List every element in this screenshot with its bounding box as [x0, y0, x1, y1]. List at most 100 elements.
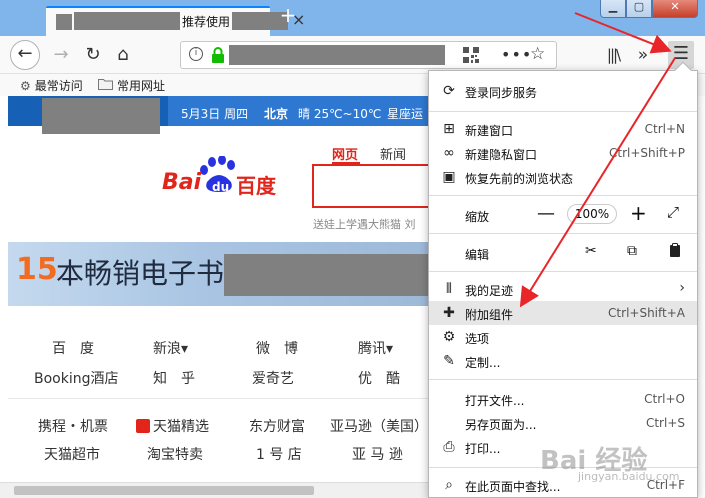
menu-item-label: 另存页面为... [465, 418, 537, 432]
site-link[interactable]: 亚马逊（美国） [330, 416, 428, 436]
redacted-block [42, 98, 160, 134]
new-tab-button[interactable]: + [277, 4, 299, 26]
menu-item-label: 打开文件... [465, 394, 525, 408]
search-input[interactable] [312, 164, 432, 208]
library-button[interactable]: |||\ [598, 40, 628, 70]
site-link[interactable]: 知 乎 [153, 368, 195, 388]
menu-item-save-page[interactable]: 另存页面为... Ctrl+S [429, 411, 697, 435]
menu-item-restore-session[interactable]: ▣ 恢复先前的浏览状态 [429, 165, 697, 189]
menu-separator [429, 271, 697, 272]
home-button[interactable]: ⌂ [108, 40, 138, 70]
library-icon: ⫴ [446, 281, 452, 297]
site-link[interactable]: 1 号 店 [256, 444, 302, 464]
page-actions-icon[interactable]: ••• [501, 45, 532, 64]
redacted-block [74, 12, 180, 30]
printer-icon: ⎙ [443, 439, 455, 455]
tab-news[interactable]: 新闻 [380, 144, 406, 163]
search-hint[interactable]: 送娃上学遇大熊猫 刘 [313, 216, 416, 232]
logo-brand: 百度 [236, 174, 276, 198]
horizontal-scrollbar[interactable] [0, 482, 428, 498]
zoom-reset-button[interactable]: 100% [567, 204, 617, 224]
menu-item-addons[interactable]: ✚ 附加组件 Ctrl+Shift+A [429, 301, 697, 325]
cut-icon[interactable]: ✂ [585, 243, 597, 259]
site-link[interactable]: 百 度 [52, 338, 94, 358]
site-link[interactable]: 新浪▾ [153, 338, 188, 358]
overflow-menu-button[interactable]: » [628, 40, 658, 70]
site-link[interactable]: 东方财富 [249, 416, 305, 436]
menu-item-label: 登录同步服务 [465, 86, 538, 100]
zoom-in-button[interactable]: + [630, 201, 647, 225]
redacted-block [224, 254, 428, 296]
banner-text: 本畅销电子书 [56, 257, 225, 290]
site-link[interactable]: 天猫精选 [136, 416, 209, 436]
menu-separator [429, 233, 697, 234]
constellation-link[interactable]: 星座运 [387, 105, 423, 122]
site-link[interactable]: 优 酷 [358, 368, 400, 388]
site-link[interactable]: 亚 马 逊 [352, 444, 403, 464]
menu-item-open-file[interactable]: 打开文件... Ctrl+O [429, 387, 697, 411]
qr-code-icon[interactable] [463, 47, 479, 66]
url-bar[interactable]: i ••• ☆ [180, 41, 557, 69]
fullscreen-icon[interactable]: ⤢ [667, 203, 679, 221]
site-link[interactable]: 携程・机票 [38, 416, 108, 436]
url-text-redacted[interactable] [229, 45, 445, 65]
copy-icon[interactable]: ⧉ [627, 243, 637, 259]
site-link[interactable]: 淘宝特卖 [147, 444, 203, 464]
bookmark-most-visited[interactable]: ⚙ 最常访问 [20, 77, 83, 94]
logo-bai: Bai [162, 170, 202, 195]
menu-item-options[interactable]: ⚙ 选项 [429, 325, 697, 349]
bookmark-star-icon[interactable]: ☆ [530, 44, 545, 64]
ebook-banner[interactable]: 15 本畅销电子书 [8, 242, 434, 306]
tab-favicon [56, 14, 72, 30]
lock-icon[interactable] [211, 47, 225, 66]
tab-title: 推荐使用 [182, 15, 231, 29]
menu-separator [429, 195, 697, 196]
title-bar: 推荐使用 × + ▁ ▢ ✕ [0, 0, 705, 36]
minimize-button[interactable]: ▁ [600, 0, 626, 18]
reload-button[interactable]: ↻ [78, 40, 108, 70]
site-link[interactable]: 腾讯▾ [358, 338, 393, 358]
scrollbar-thumb[interactable] [14, 486, 314, 495]
menu-item-customize[interactable]: ✎ 定制... [429, 349, 697, 373]
maximize-button[interactable]: ▢ [626, 0, 652, 18]
menu-item-library[interactable]: ⫴ 我的足迹 › [429, 277, 697, 301]
menu-item-label: 附加组件 [465, 308, 514, 322]
city-link[interactable]: 北京 [264, 105, 288, 122]
folder-icon [98, 78, 113, 93]
gear-icon: ⚙ [20, 79, 31, 93]
tab-web[interactable]: 网页 [332, 144, 358, 163]
zoom-out-button[interactable]: — [537, 203, 555, 224]
site-link[interactable]: Booking酒店 [34, 368, 119, 388]
navigation-toolbar: ← → ↻ ⌂ i ••• ☆ |||\ » ☰ [0, 36, 705, 74]
site-info-icon[interactable]: i [189, 47, 203, 61]
menu-shortcut: Ctrl+O [644, 392, 685, 406]
mask-icon: ∞ [443, 145, 455, 161]
logo-du: du [212, 180, 230, 194]
baidu-logo[interactable]: Bai du 百度 [162, 155, 282, 200]
browser-tab[interactable]: 推荐使用 × [46, 6, 305, 36]
search-icon: ⌕ [445, 477, 453, 493]
menu-item-label: 选项 [465, 332, 490, 346]
menu-item-label: 打印... [465, 442, 501, 456]
sync-icon: ⟳ [443, 83, 455, 99]
restore-session-icon: ▣ [442, 169, 456, 185]
menu-item-label: 新建窗口 [465, 124, 514, 138]
menu-shortcut: Ctrl+Shift+P [609, 146, 685, 160]
forward-button[interactable]: → [46, 40, 76, 70]
menu-item-sync[interactable]: ⟳ 登录同步服务 [429, 79, 697, 103]
menu-item-new-private-window[interactable]: ∞ 新建隐私窗口 Ctrl+Shift+P [429, 141, 697, 165]
site-link[interactable]: 天猫超市 [44, 444, 100, 464]
back-button[interactable]: ← [10, 40, 40, 70]
menu-shortcut: Ctrl+S [645, 416, 685, 430]
menu-item-label: 我的足迹 [465, 284, 514, 298]
site-link[interactable]: 爱奇艺 [252, 368, 294, 388]
site-link[interactable]: 微 博 [256, 338, 298, 358]
weather-text[interactable]: 晴 25℃~10℃ [298, 105, 381, 122]
close-window-button[interactable]: ✕ [652, 0, 698, 18]
menu-item-new-window[interactable]: ⊞ 新建窗口 Ctrl+N [429, 117, 697, 141]
paste-icon[interactable] [669, 243, 681, 262]
banner-number: 15 [16, 252, 58, 287]
gear-icon: ⚙ [442, 329, 456, 345]
divider [8, 398, 432, 399]
bookmark-common-sites[interactable]: 常用网址 [98, 77, 165, 94]
